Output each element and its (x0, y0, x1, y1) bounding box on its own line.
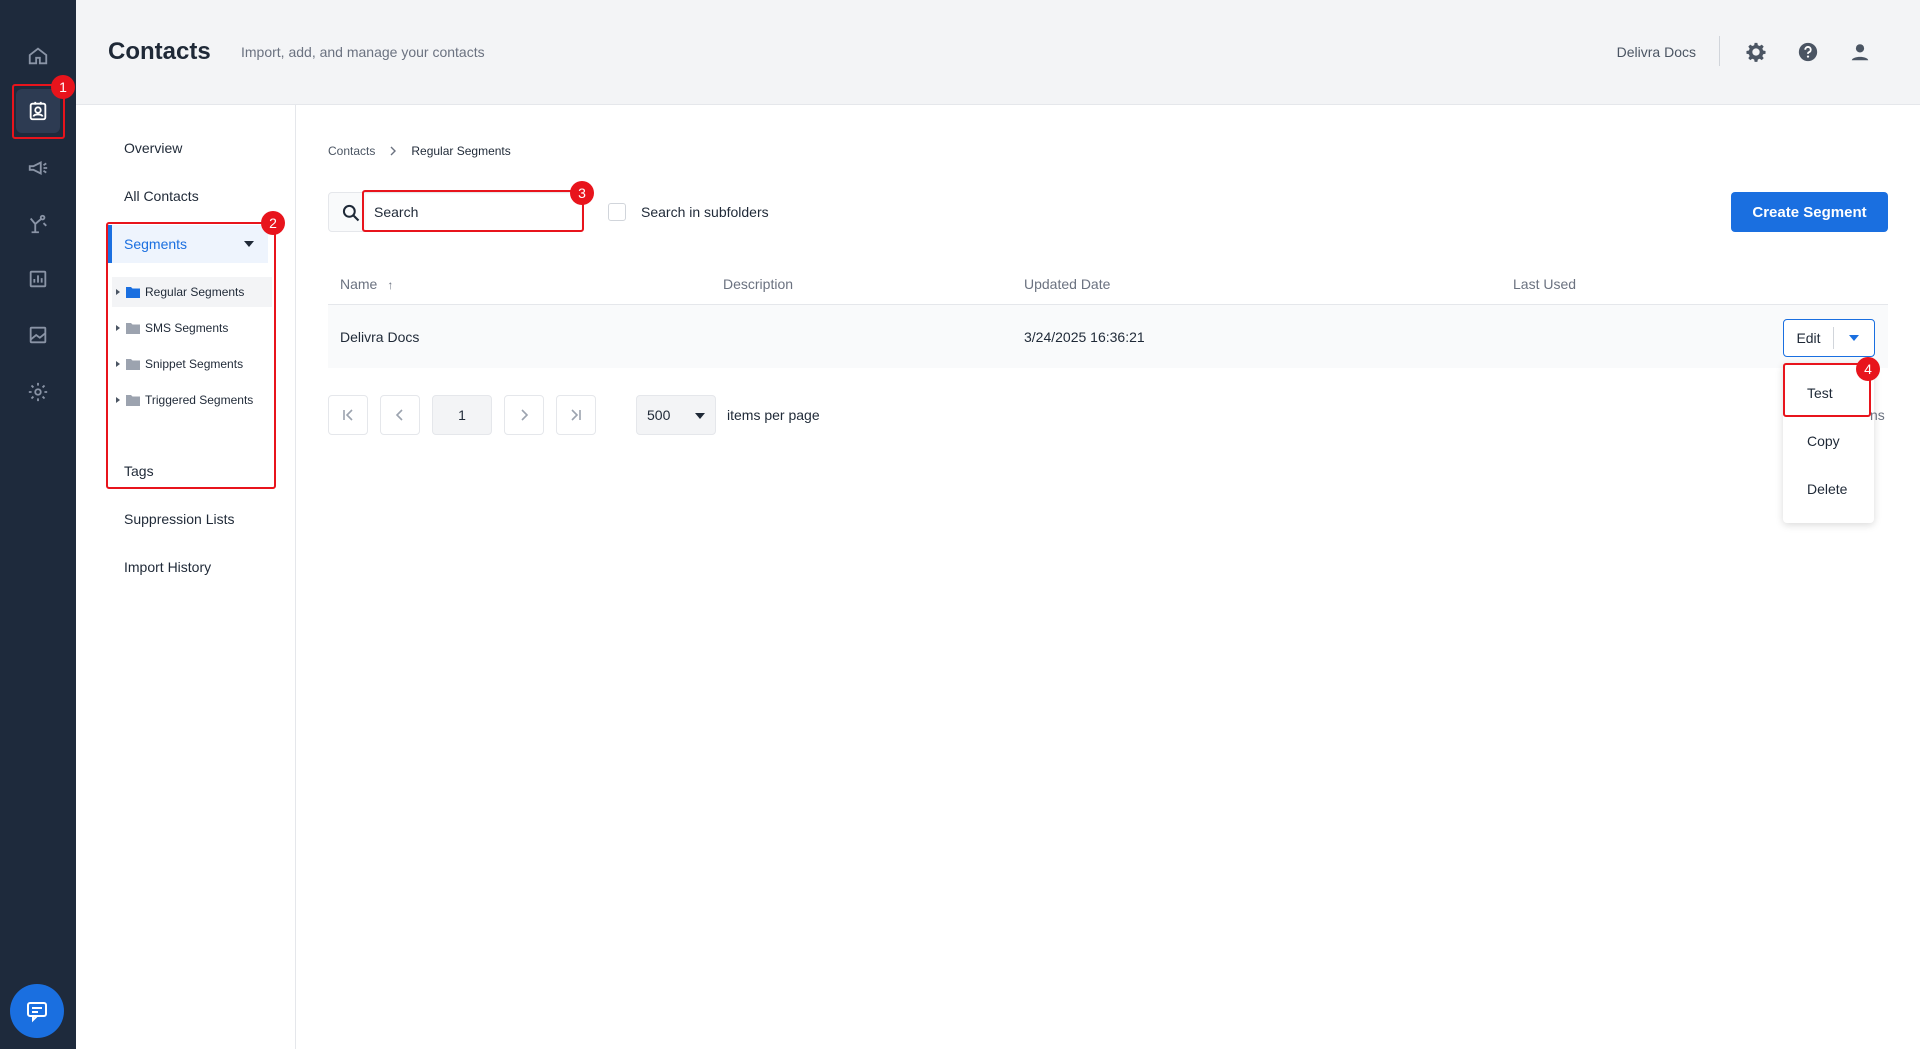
first-page-button[interactable] (328, 395, 368, 435)
chat-icon[interactable] (10, 984, 64, 1038)
chevron-down-icon[interactable] (1849, 335, 1859, 341)
annotation-badge-4: 4 (1856, 357, 1880, 381)
nav-suppression-lists[interactable]: Suppression Lists (124, 511, 235, 527)
last-page-button[interactable] (556, 395, 596, 435)
cell-name[interactable]: Delivra Docs (340, 329, 419, 345)
chevron-left-icon (395, 409, 403, 421)
reports-icon[interactable] (16, 257, 60, 301)
sort-asc-icon[interactable]: ↑ (387, 278, 393, 292)
column-header-last-used[interactable]: Last Used (1513, 276, 1576, 292)
last-page-icon (571, 409, 581, 421)
edit-button[interactable]: Edit (1784, 327, 1834, 349)
page-subtitle: Import, add, and manage your contacts (241, 44, 485, 60)
header-divider (1719, 36, 1720, 66)
nav-overview[interactable]: Overview (124, 140, 182, 156)
column-header-description[interactable]: Description (723, 276, 793, 292)
search-subfolders-checkbox[interactable] (608, 203, 626, 221)
nav-import-history[interactable]: Import History (124, 559, 211, 575)
next-page-button[interactable] (504, 395, 544, 435)
annotation-box-3 (362, 190, 584, 232)
breadcrumb-current: Regular Segments (411, 144, 511, 158)
search-icon (342, 204, 360, 222)
annotation-badge-3: 3 (570, 181, 594, 205)
chevron-right-icon (390, 146, 397, 156)
prev-page-button[interactable] (380, 395, 420, 435)
user-icon[interactable] (1848, 40, 1872, 64)
help-icon[interactable] (1796, 40, 1820, 64)
table-row[interactable]: Delivra Docs 3/24/2025 16:36:21 (328, 304, 1888, 368)
column-header-updated-date[interactable]: Updated Date (1024, 276, 1110, 292)
chevron-down-icon (695, 413, 705, 419)
items-per-page-value: 500 (647, 407, 671, 423)
settings-icon[interactable] (16, 370, 60, 414)
items-count: ns (1870, 407, 1885, 423)
gear-icon[interactable] (1744, 40, 1768, 64)
edit-split-button: Edit (1783, 319, 1875, 357)
create-segment-button[interactable]: Create Segment (1731, 192, 1888, 232)
search-subfolders-label: Search in subfolders (641, 204, 769, 220)
nav-all-contacts[interactable]: All Contacts (124, 188, 199, 204)
account-name[interactable]: Delivra Docs (1617, 44, 1696, 60)
annotation-badge-1: 1 (51, 75, 75, 99)
current-page[interactable]: 1 (432, 395, 492, 435)
breadcrumb: Contacts Regular Segments (328, 144, 511, 158)
media-icon[interactable] (16, 313, 60, 357)
page-header: Contacts Import, add, and manage your co… (76, 0, 1920, 105)
megaphone-icon[interactable] (16, 146, 60, 190)
cell-updated-date: 3/24/2025 16:36:21 (1024, 329, 1145, 345)
column-name-label: Name (340, 276, 378, 292)
items-per-page-select[interactable]: 500 (636, 395, 716, 435)
menu-item-copy[interactable]: Copy (1807, 433, 1840, 449)
items-per-page-label: items per page (727, 407, 820, 423)
home-icon[interactable] (16, 34, 60, 78)
annotation-box-2 (106, 222, 276, 489)
chevron-right-icon (521, 409, 529, 421)
automation-icon[interactable] (16, 202, 60, 246)
breadcrumb-root[interactable]: Contacts (328, 144, 375, 158)
menu-item-delete[interactable]: Delete (1807, 481, 1847, 497)
column-header-name[interactable]: Name ↑ (340, 276, 393, 292)
first-page-icon (343, 409, 353, 421)
left-rail (0, 0, 76, 1049)
page-title: Contacts (108, 38, 211, 65)
annotation-badge-2: 2 (261, 211, 285, 235)
